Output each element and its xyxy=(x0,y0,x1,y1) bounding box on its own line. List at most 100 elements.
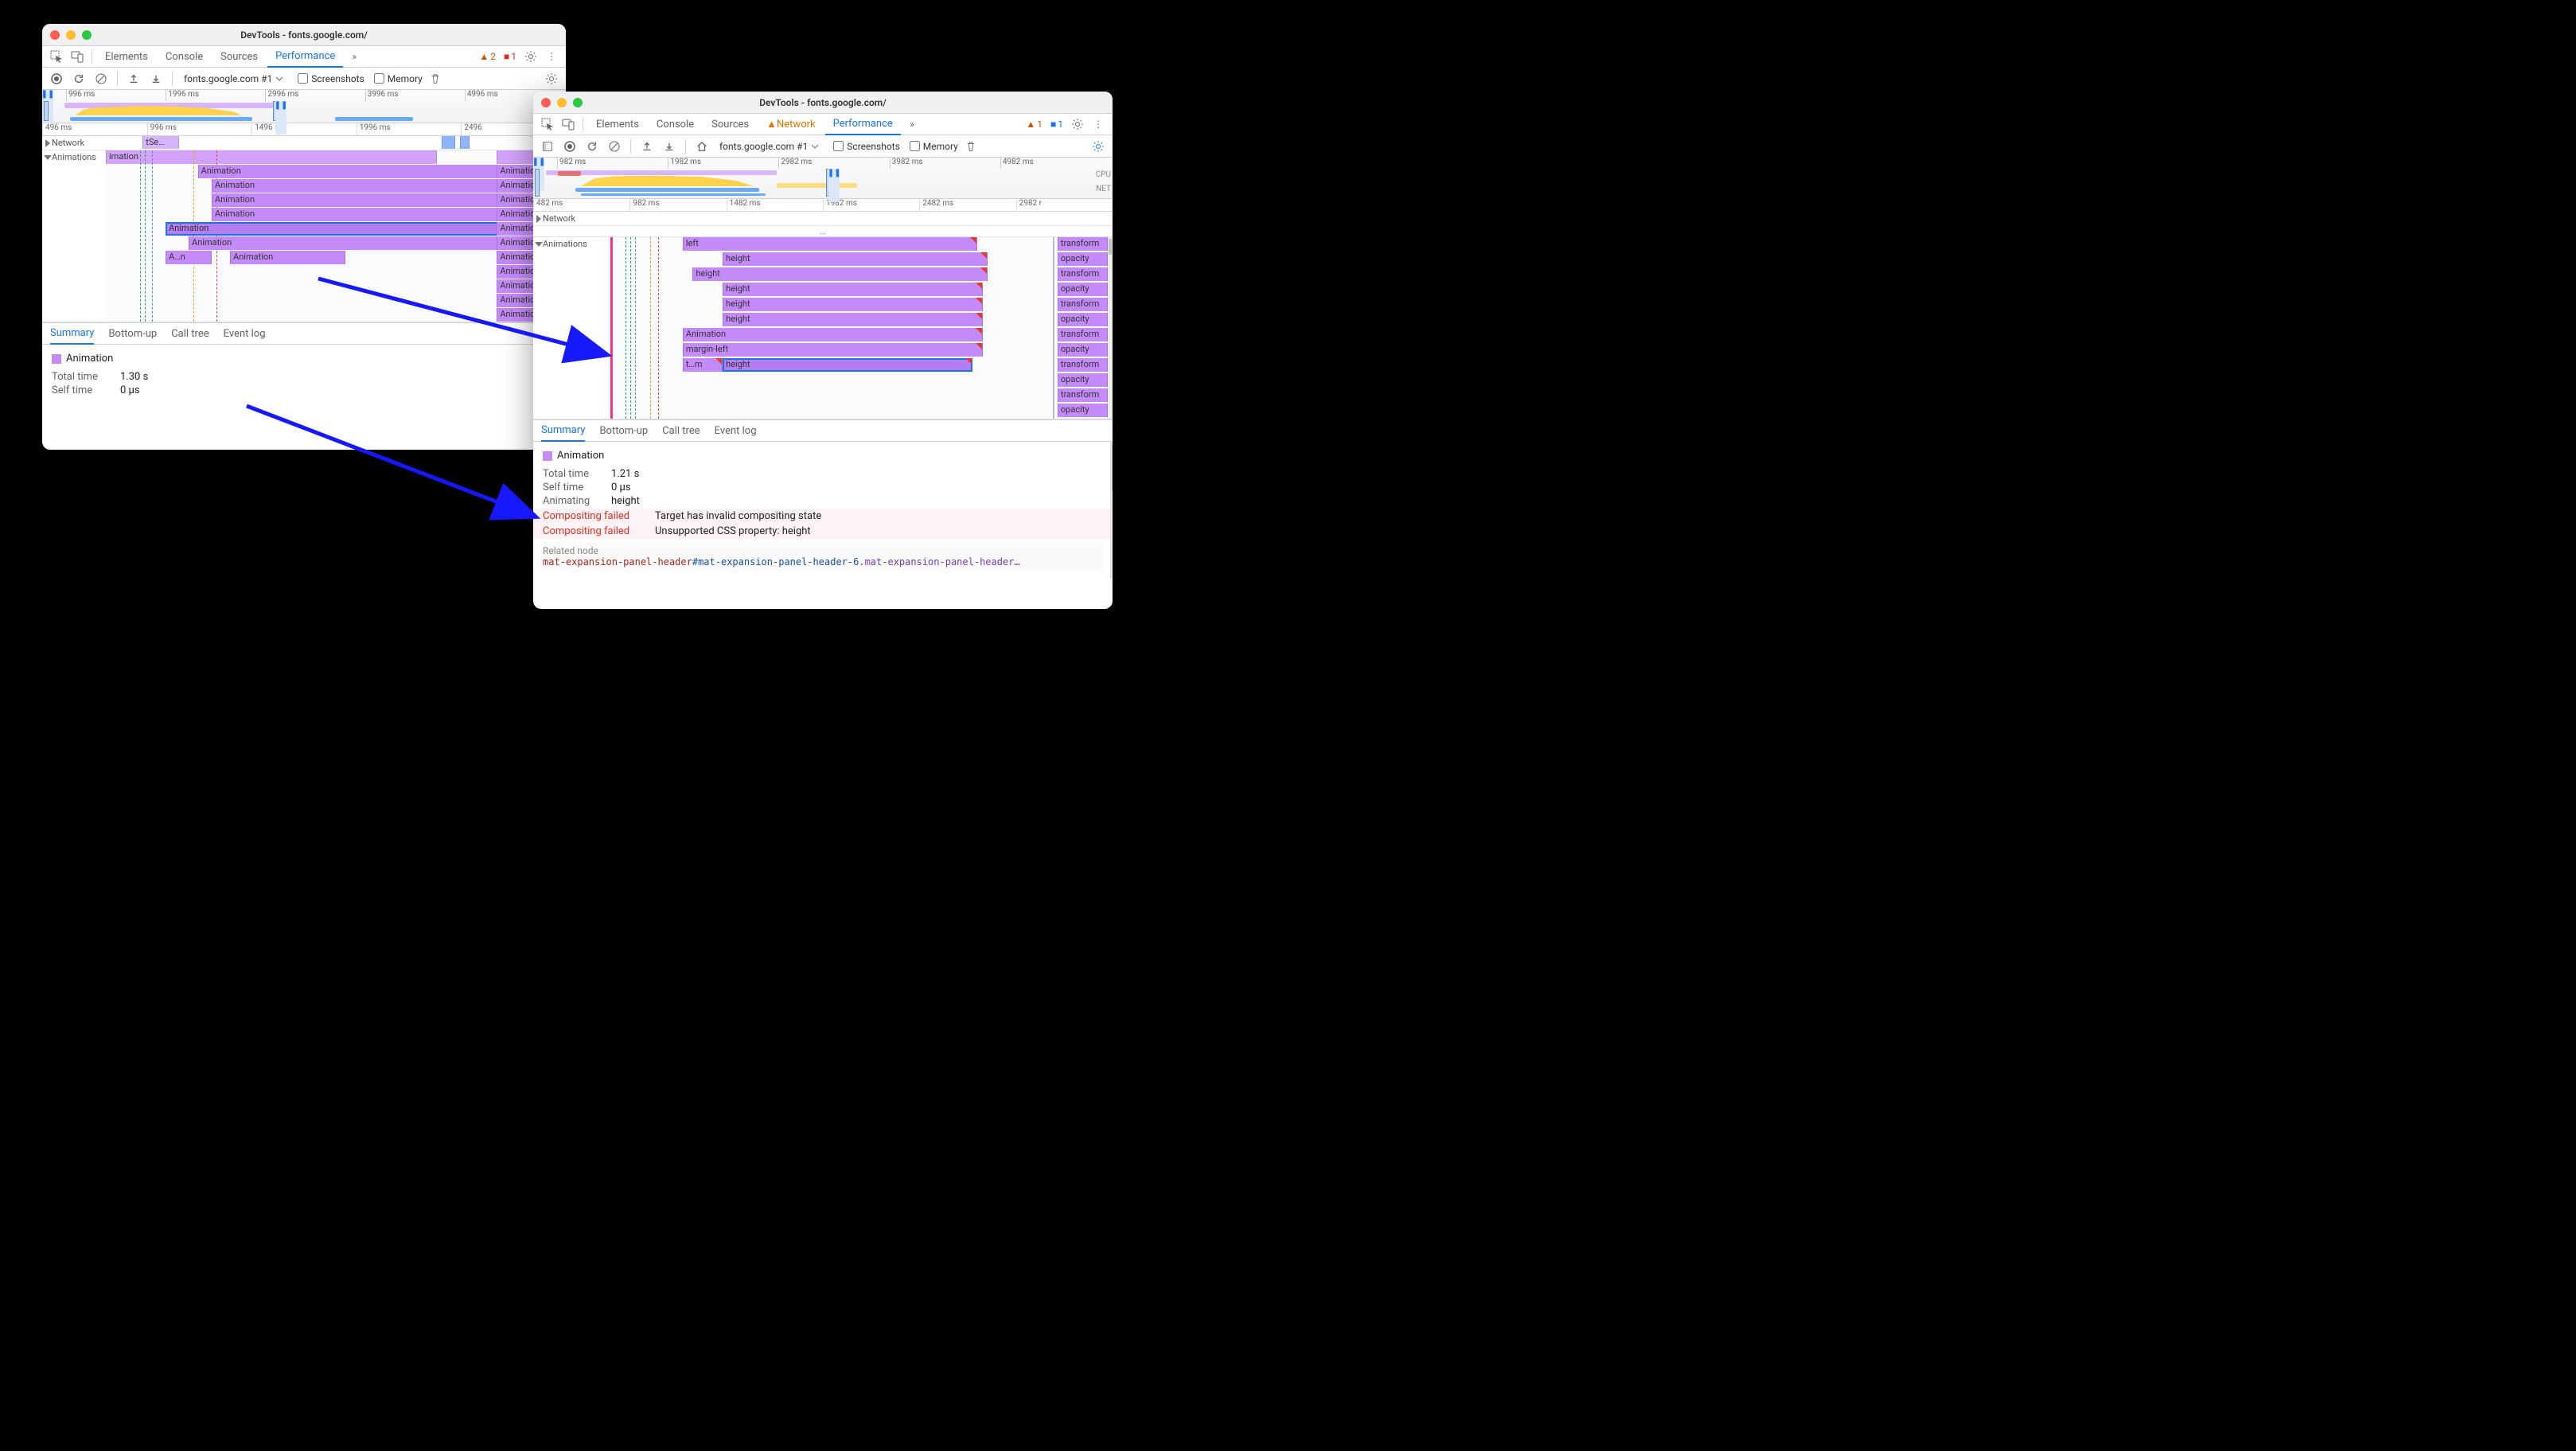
upload-icon[interactable] xyxy=(637,137,657,156)
flame-item[interactable]: transform xyxy=(1058,328,1108,341)
tab-elements[interactable]: Elements xyxy=(588,114,647,135)
related-node-link[interactable]: mat-expansion-panel-header#mat-expansion… xyxy=(543,556,1103,568)
record-icon[interactable] xyxy=(560,137,579,156)
track-network[interactable]: Network xyxy=(533,212,597,225)
screenshots-checkbox[interactable]: Screenshots xyxy=(298,73,364,84)
panel-settings-icon[interactable] xyxy=(542,69,561,88)
flame-item[interactable]: Animation xyxy=(230,251,345,264)
tab-sources[interactable]: Sources xyxy=(703,114,757,135)
flame-item[interactable]: transform xyxy=(1058,267,1108,281)
flame-item[interactable]: Animation xyxy=(189,236,534,250)
collapsed-ellipsis[interactable]: … xyxy=(533,226,1113,237)
flame-item[interactable]: height xyxy=(723,298,983,311)
flame-item[interactable]: Animation xyxy=(166,222,524,236)
trash-icon[interactable] xyxy=(426,69,445,88)
flame-item[interactable]: transform xyxy=(1058,358,1108,372)
download-icon[interactable] xyxy=(660,137,679,156)
tab-console[interactable]: Console xyxy=(158,46,211,68)
flame-item[interactable]: height xyxy=(723,283,983,296)
network-item[interactable]: tSe… xyxy=(142,136,179,149)
flame-item[interactable]: transform xyxy=(1058,388,1108,402)
time-ruler[interactable]: 482 ms 982 ms 1482 ms 1982 ms 2482 ms 29… xyxy=(533,199,1113,212)
timeline-overview[interactable]: ❚❚ 996 ms 1996 ms 2996 ms 3996 ms 4996 m… xyxy=(42,90,566,123)
memory-checkbox[interactable]: Memory xyxy=(910,141,958,152)
recording-select[interactable]: fonts.google.com #1 xyxy=(715,139,824,154)
memory-checkbox[interactable]: Memory xyxy=(374,73,423,84)
trash-icon[interactable] xyxy=(961,137,980,156)
tab-console[interactable]: Console xyxy=(649,114,702,135)
flame-item[interactable]: opacity xyxy=(1058,283,1108,296)
flame-item[interactable]: opacity xyxy=(1058,373,1108,387)
scrollbar-thumb[interactable] xyxy=(1112,443,1113,491)
device-icon[interactable] xyxy=(68,47,87,66)
inspect-icon[interactable] xyxy=(47,47,66,66)
flame-item[interactable]: margin-left xyxy=(683,343,983,357)
flame-item[interactable]: height xyxy=(723,313,983,326)
inspect-icon[interactable] xyxy=(538,115,557,134)
tab-network[interactable]: ▲ Network xyxy=(758,114,823,135)
flame-item[interactable]: transform xyxy=(1058,298,1108,311)
errors-badge[interactable]: ■ 1 xyxy=(504,51,516,62)
record-icon[interactable] xyxy=(47,69,66,88)
warnings-badge[interactable]: ▲ 1 xyxy=(1026,119,1042,130)
track-network[interactable]: Network xyxy=(42,136,106,150)
pause-icon[interactable]: ❚❚ xyxy=(828,169,840,202)
download-icon[interactable] xyxy=(146,69,166,88)
time-ruler[interactable]: 496 ms 996 ms 1496 ms 1996 ms 2496 xyxy=(42,123,566,136)
pause-icon[interactable]: ❚❚ xyxy=(275,101,286,135)
dtab-bottomup[interactable]: Bottom-up xyxy=(108,322,157,345)
home-icon[interactable] xyxy=(692,137,711,156)
flame-chart[interactable]: leftheightheightheightheightheightAnimat… xyxy=(613,237,1113,419)
tab-performance[interactable]: Performance xyxy=(825,114,901,135)
tab-elements[interactable]: Elements xyxy=(97,46,156,68)
recording-select[interactable]: fonts.google.com #1 xyxy=(179,72,288,86)
kebab-icon[interactable]: ⋮ xyxy=(1089,115,1108,134)
track-animations[interactable]: Animations xyxy=(42,150,106,164)
flame-item[interactable]: transform xyxy=(1058,237,1108,251)
kebab-icon[interactable]: ⋮ xyxy=(542,47,561,66)
flame-item[interactable]: height xyxy=(692,267,988,281)
dtab-bottomup[interactable]: Bottom-up xyxy=(599,419,648,442)
flame-item[interactable]: opacity xyxy=(1058,313,1108,326)
reload-icon[interactable] xyxy=(69,69,88,88)
warnings-badge[interactable]: ▲ 2 xyxy=(479,51,496,62)
flame-item[interactable]: Animation xyxy=(212,208,524,221)
dtab-calltree[interactable]: Call tree xyxy=(662,419,700,442)
dtab-eventlog[interactable]: Event log xyxy=(715,419,757,442)
flame-item[interactable]: Animation xyxy=(212,193,524,207)
track-animations[interactable]: Animations xyxy=(533,237,613,251)
device-icon[interactable] xyxy=(559,115,578,134)
upload-icon[interactable] xyxy=(124,69,143,88)
flame-item[interactable]: Animation xyxy=(212,179,529,193)
flame-item[interactable]: opacity xyxy=(1058,404,1108,417)
screenshots-checkbox[interactable]: Screenshots xyxy=(833,141,899,152)
more-tabs-icon[interactable]: » xyxy=(345,47,364,66)
flame-chart[interactable]: imation AnimationAnimationAnimationAnima… xyxy=(106,150,566,322)
settings-icon[interactable] xyxy=(521,47,540,66)
flame-item[interactable]: Animation xyxy=(198,165,520,178)
flame-item[interactable]: opacity xyxy=(1058,343,1108,357)
reload-icon[interactable] xyxy=(583,137,602,156)
flame-item[interactable]: height xyxy=(723,252,988,266)
tab-performance[interactable]: Performance xyxy=(267,46,343,68)
flame-item[interactable]: A…n xyxy=(166,251,212,264)
flame-item[interactable]: left xyxy=(683,237,978,251)
dtab-eventlog[interactable]: Event log xyxy=(224,322,266,345)
messages-badge[interactable]: ■ 1 xyxy=(1050,119,1063,130)
dtab-calltree[interactable]: Call tree xyxy=(171,322,208,345)
clear-icon[interactable] xyxy=(605,137,624,156)
scrollbar-thumb[interactable] xyxy=(1109,239,1112,255)
clear-icon[interactable] xyxy=(92,69,111,88)
dtab-summary[interactable]: Summary xyxy=(50,322,94,345)
flame-item[interactable]: height xyxy=(723,358,972,372)
flame-item[interactable]: t…m xyxy=(683,358,723,372)
dock-icon[interactable] xyxy=(538,137,557,156)
timeline-overview[interactable]: ❚❚ 982 ms 1982 ms 2982 ms 3982 ms 4982 m… xyxy=(533,158,1113,199)
more-tabs-icon[interactable]: » xyxy=(902,115,922,134)
flame-item[interactable]: opacity xyxy=(1058,252,1108,266)
tab-sources[interactable]: Sources xyxy=(212,46,266,68)
flame-item[interactable]: Animation xyxy=(683,328,983,341)
panel-settings-icon[interactable] xyxy=(1089,137,1108,156)
settings-icon[interactable] xyxy=(1068,115,1087,134)
dtab-summary[interactable]: Summary xyxy=(541,419,585,442)
